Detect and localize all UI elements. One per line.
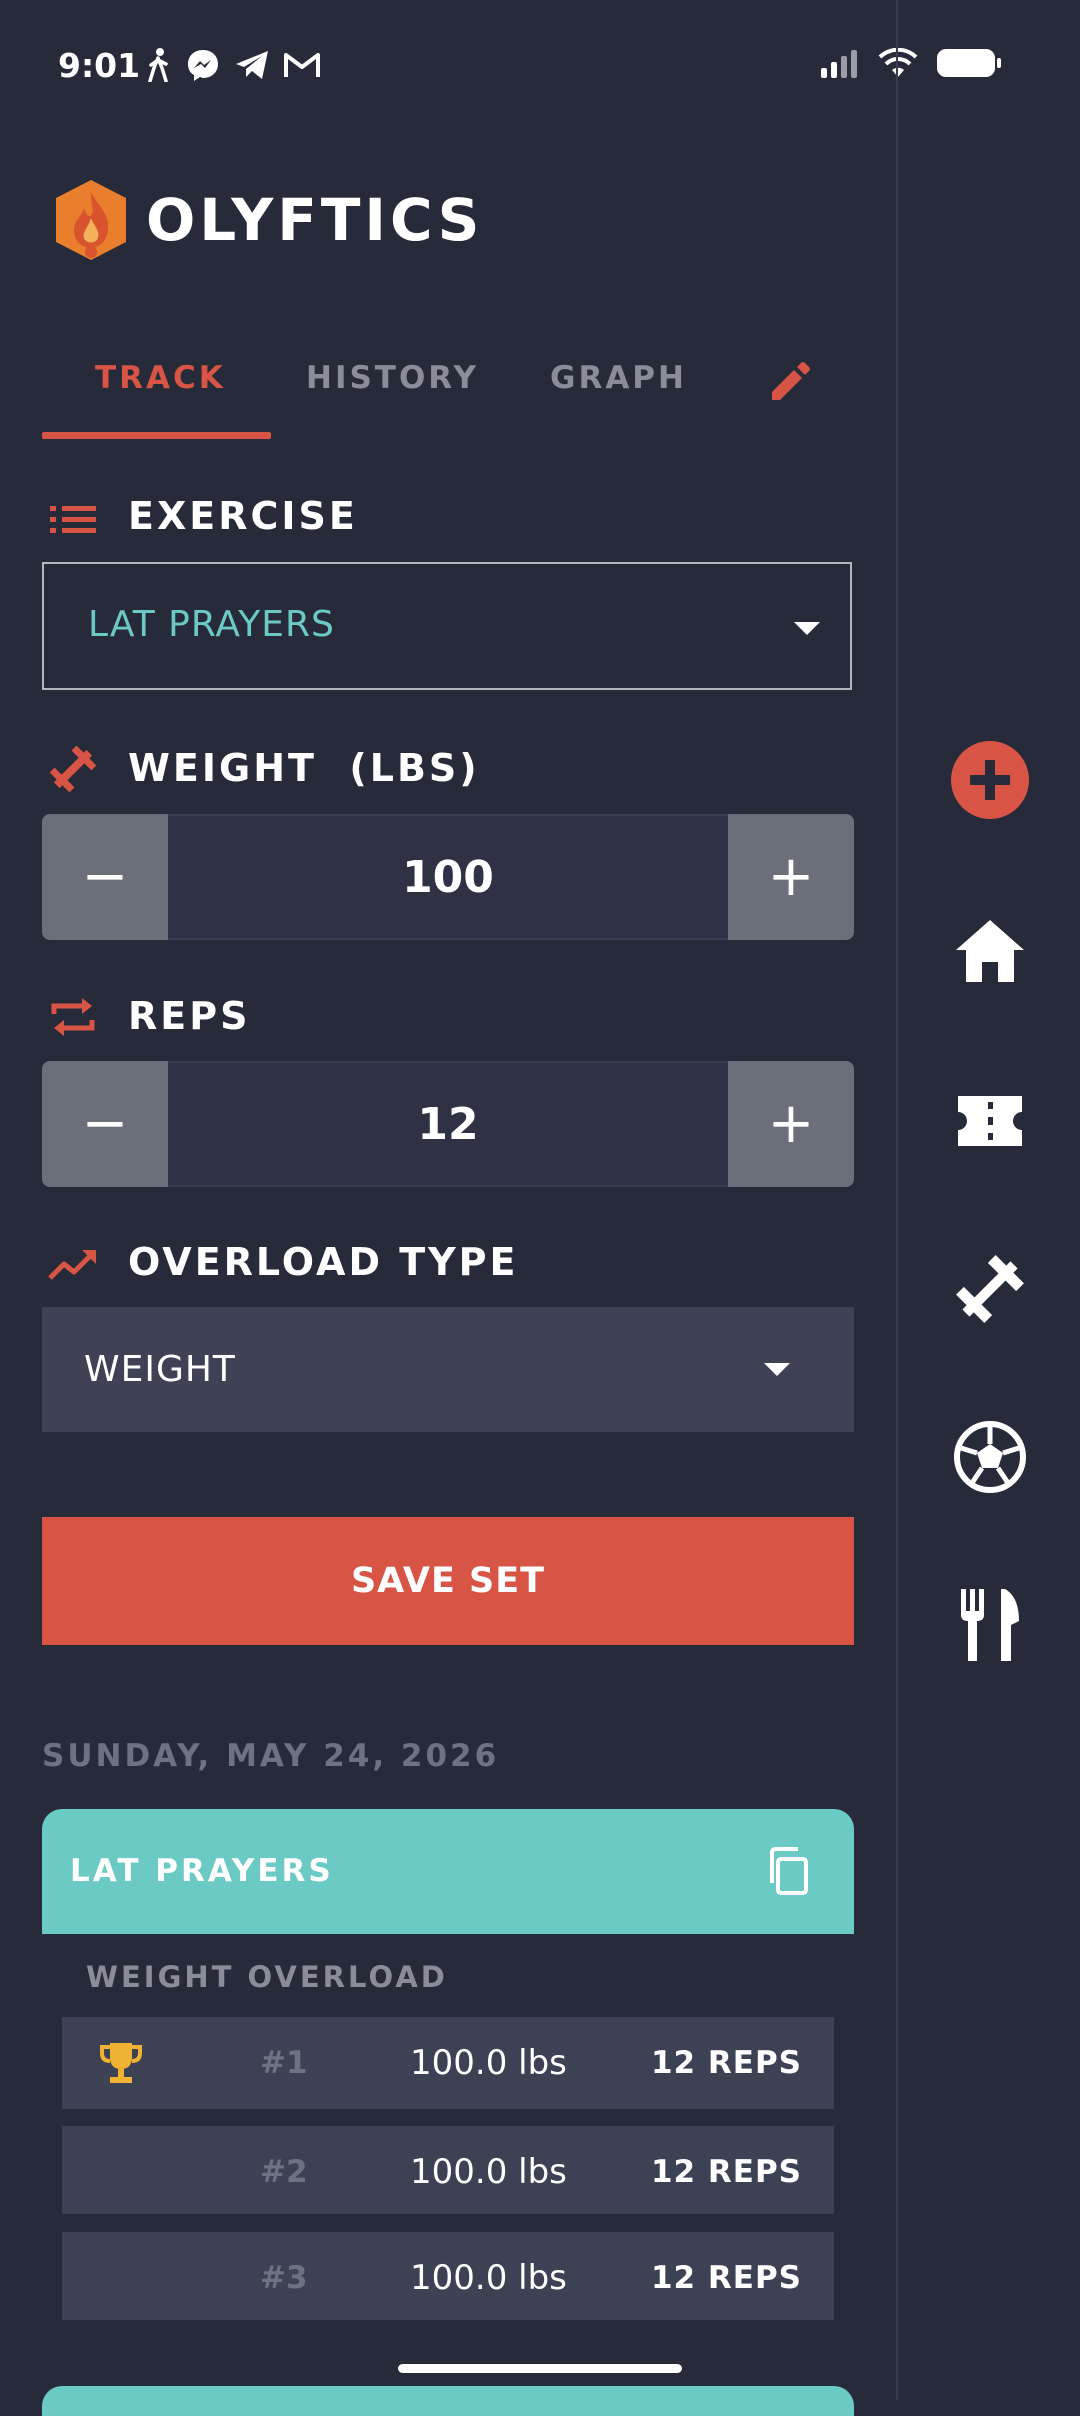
set-row[interactable]: #3 100.0 lbs 12 REPS — [62, 2232, 834, 2320]
sports-button[interactable] — [945, 1412, 1035, 1502]
list-icon — [50, 506, 96, 533]
reps-value[interactable]: 12 — [168, 1061, 728, 1187]
weight-stepper: − 100 + — [42, 814, 854, 940]
overload-type-select[interactable]: WEIGHT — [42, 1307, 854, 1432]
ticket-icon — [958, 1096, 1022, 1146]
plus-icon: + — [767, 1091, 815, 1156]
status-left-icons — [146, 48, 320, 82]
save-set-button[interactable]: SAVE SET — [42, 1517, 854, 1645]
set-weight: 100.0 lbs — [410, 2152, 567, 2192]
utensils-icon — [961, 1589, 1019, 1661]
set-rank: #3 — [260, 2260, 308, 2296]
signal-icon — [821, 50, 857, 78]
active-tab-indicator — [42, 432, 271, 439]
reps-label: REPS — [128, 994, 251, 1038]
trophy-icon — [100, 2043, 142, 2083]
set-weight: 100.0 lbs — [410, 2043, 567, 2083]
status-right-icons — [820, 48, 1002, 78]
set-rank: #2 — [260, 2154, 308, 2190]
wifi-icon — [878, 48, 918, 77]
add-icon — [951, 741, 1029, 819]
copy-icon[interactable] — [764, 1845, 816, 1897]
reps-decrement-button[interactable]: − — [42, 1061, 168, 1187]
tab-history[interactable]: HISTORY — [306, 360, 479, 396]
reps-stepper: − 12 + — [42, 1061, 854, 1187]
weight-increment-button[interactable]: + — [728, 814, 854, 940]
reps-increment-button[interactable]: + — [728, 1061, 854, 1187]
add-button[interactable] — [945, 735, 1035, 825]
plus-icon: + — [767, 844, 815, 909]
exercise-select[interactable]: LAT PRAYERS — [42, 562, 852, 690]
dumbbell-icon — [49, 745, 97, 793]
history-card-header[interactable]: LAT PRAYERS — [42, 1809, 854, 1934]
minus-icon: − — [81, 844, 129, 909]
home-icon — [956, 920, 1024, 982]
next-history-card[interactable] — [42, 2386, 854, 2416]
status-time: 9:01 — [58, 46, 141, 85]
set-rank: #1 — [260, 2045, 308, 2081]
soccer-ball-icon — [954, 1421, 1026, 1493]
overload-group-label: WEIGHT OVERLOAD — [86, 1960, 448, 1994]
set-reps: 12 REPS — [650, 2045, 802, 2081]
chevron-down-icon — [794, 622, 820, 635]
chevron-down-icon — [764, 1363, 790, 1376]
trending-up-icon — [48, 1250, 96, 1280]
set-reps: 12 REPS — [650, 2154, 802, 2190]
weight-label: WEIGHT (LBS) — [128, 746, 480, 790]
gmail-icon — [284, 53, 320, 77]
history-date-header: SUNDAY, MAY 24, 2026 — [42, 1738, 500, 1774]
set-reps: 12 REPS — [650, 2260, 802, 2296]
app-logo-text: OLYFTICS — [146, 186, 484, 254]
overload-selected-value: WEIGHT — [84, 1349, 236, 1390]
workout-button[interactable] — [945, 1244, 1035, 1334]
set-row[interactable]: #1 100.0 lbs 12 REPS — [62, 2017, 834, 2109]
walking-icon — [148, 48, 168, 82]
weight-value[interactable]: 100 — [168, 814, 728, 940]
tab-track[interactable]: TRACK — [95, 360, 226, 396]
minus-icon: − — [81, 1091, 129, 1156]
overload-type-label: OVERLOAD TYPE — [128, 1240, 519, 1284]
set-weight: 100.0 lbs — [410, 2258, 567, 2298]
exercise-selected-value: LAT PRAYERS — [88, 604, 335, 645]
repeat-icon — [51, 998, 95, 1036]
tab-graph[interactable]: GRAPH — [550, 360, 687, 396]
exercise-label: EXERCISE — [128, 494, 358, 538]
nutrition-button[interactable] — [945, 1580, 1035, 1670]
telegram-icon — [236, 51, 268, 79]
home-indicator[interactable] — [398, 2364, 682, 2373]
rail-divider — [896, 0, 898, 2400]
dumbbell-icon — [956, 1255, 1024, 1323]
ticket-button[interactable] — [945, 1076, 1035, 1166]
messenger-icon — [188, 50, 218, 81]
set-row[interactable]: #2 100.0 lbs 12 REPS — [62, 2126, 834, 2214]
edit-pencil-icon[interactable] — [766, 358, 814, 406]
flame-logo-icon — [56, 180, 126, 260]
history-card-title: LAT PRAYERS — [70, 1853, 334, 1889]
home-button[interactable] — [945, 906, 1035, 996]
weight-decrement-button[interactable]: − — [42, 814, 168, 940]
battery-icon — [937, 49, 1001, 77]
